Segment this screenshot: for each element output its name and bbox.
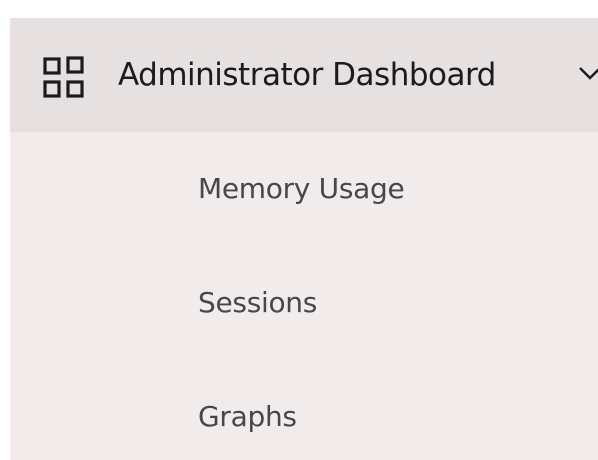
admin-dashboard-nav-group[interactable]: Administrator Dashboard (10, 18, 598, 132)
chevron-down-icon[interactable] (578, 64, 598, 82)
nav-item-label: Memory Usage (198, 172, 405, 205)
nav-item-sessions[interactable]: Sessions (10, 246, 598, 360)
nav-item-graphs[interactable]: Graphs (10, 360, 598, 460)
nav-item-label: Sessions (198, 286, 318, 319)
admin-nav-panel: Administrator Dashboard Memory Usage Ses… (10, 18, 598, 460)
nav-item-label: Graphs (198, 400, 297, 433)
nav-item-memory-usage[interactable]: Memory Usage (10, 132, 598, 246)
admin-dashboard-label: Administrator Dashboard (118, 57, 496, 93)
dashboard-grid-icon (42, 56, 86, 100)
